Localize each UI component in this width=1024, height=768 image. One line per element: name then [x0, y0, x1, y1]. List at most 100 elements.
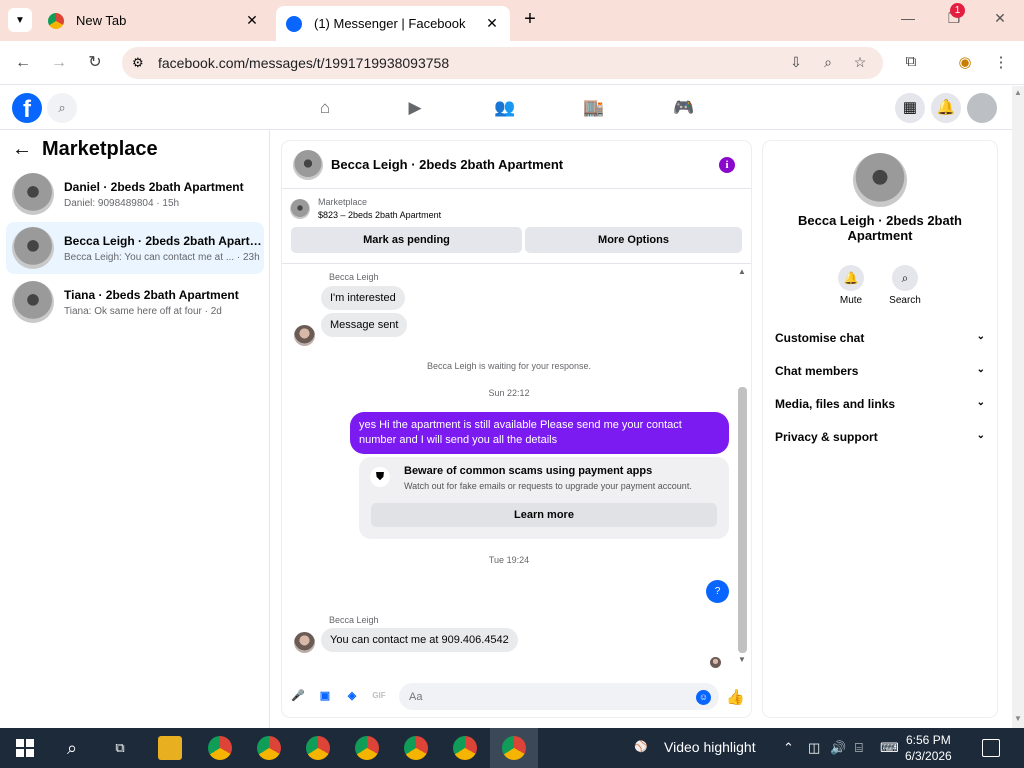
network-icon[interactable]: ⌸ — [855, 740, 863, 756]
media-files-links-row[interactable]: Media, files and links ⌄ — [775, 397, 985, 417]
search-icon[interactable]: ⌕ — [60, 736, 84, 760]
learn-more-button[interactable]: Learn more — [371, 503, 717, 527]
chat-info-panel: Becca Leigh · 2beds 2bath Apartment 🔔 Mu… — [763, 141, 997, 717]
listing-thumbnail — [12, 173, 54, 215]
row-label: Chat members — [775, 364, 859, 378]
search-button[interactable]: ⌕ Search — [885, 265, 925, 306]
site-info-icon[interactable]: ⚙ — [132, 55, 144, 71]
facebook-logo-icon[interactable]: f — [12, 93, 42, 123]
mute-button[interactable]: 🔔 Mute — [831, 265, 871, 306]
privacy-support-row[interactable]: Privacy & support ⌄ — [775, 430, 985, 450]
extensions-icon[interactable]: ⧉ — [901, 53, 921, 70]
message-bubble-outgoing[interactable]: ? — [706, 580, 729, 603]
back-button[interactable]: ← — [11, 51, 35, 75]
scroll-up-arrow-icon[interactable]: ▲ — [738, 267, 746, 276]
message-bubble-incoming[interactable]: I'm interested — [321, 286, 405, 310]
menu-kebab-icon[interactable]: ⋮ — [991, 53, 1011, 71]
chrome-icon[interactable] — [404, 736, 428, 760]
message-input[interactable] — [399, 683, 719, 710]
timestamp: Sun 22:12 — [488, 388, 530, 398]
home-icon[interactable]: ⌂ — [313, 96, 337, 120]
notifications-bell-icon[interactable]: 🔔 — [931, 93, 961, 123]
file-explorer-icon[interactable] — [158, 736, 182, 760]
tab-new-tab[interactable]: New Tab ✕ — [38, 6, 270, 35]
scroll-up-arrow-icon[interactable]: ▲ — [1014, 88, 1022, 97]
message-bubble-incoming[interactable]: Message sent — [321, 313, 408, 337]
search-icon[interactable]: ⌕ — [47, 93, 77, 123]
install-app-icon[interactable]: ⇩ — [787, 54, 805, 71]
chrome-icon[interactable] — [355, 736, 379, 760]
bookmark-star-icon[interactable]: ☆ — [851, 54, 869, 71]
chrome-icon[interactable] — [208, 736, 232, 760]
windows-start-icon[interactable] — [16, 739, 34, 757]
avatar[interactable] — [294, 632, 315, 653]
forward-button[interactable]: → — [47, 51, 71, 75]
avatar[interactable] — [294, 325, 315, 346]
windows-taskbar: ⌕ ⧉ ⚾ Video highlight ⌃ ◫ 🔊 ⌸ ⌨ 6:56 PM … — [0, 728, 1024, 768]
listing-thumbnail[interactable] — [293, 149, 323, 180]
sticker-icon[interactable]: ◈ — [344, 688, 360, 704]
chat-scrollbar[interactable]: ▲ ▼ — [737, 265, 749, 665]
scrollbar-thumb[interactable] — [738, 387, 747, 653]
sender-name: Becca Leigh — [329, 272, 379, 282]
chevron-up-icon[interactable]: ⌃ — [783, 740, 794, 756]
new-tab-button[interactable]: + — [518, 8, 542, 32]
message-composer: 🎤 ▣ ◈ GIF ☺ 👍 — [282, 677, 751, 717]
tab-search-button[interactable]: ▼ — [8, 8, 32, 32]
listing-thumbnail[interactable] — [853, 153, 907, 207]
conversation-item[interactable]: Tiana · 2beds 2bath Apartment Tiana: Ok … — [6, 276, 264, 328]
conversation-item[interactable]: Daniel · 2beds 2bath Apartment Daniel: 9… — [6, 168, 264, 220]
message-bubble-outgoing[interactable]: yes Hi the apartment is still available … — [350, 412, 729, 454]
marketplace-icon[interactable]: 🏬 — [582, 96, 606, 120]
account-avatar[interactable] — [967, 93, 997, 123]
minimize-button[interactable]: — — [898, 10, 918, 26]
page-scrollbar[interactable]: ▲ ▼ — [1012, 86, 1024, 728]
conversation-item-active[interactable]: Becca Leigh · 2beds 2bath Apartment Becc… — [6, 222, 264, 274]
back-arrow-icon[interactable]: ← — [12, 138, 32, 161]
more-options-button[interactable]: More Options — [525, 227, 742, 253]
chevron-down-icon: ⌄ — [976, 364, 985, 375]
chrome-icon[interactable] — [257, 736, 281, 760]
volume-icon[interactable]: 🔊 — [830, 740, 846, 756]
chat-title[interactable]: Becca Leigh · 2beds 2bath Apartment — [331, 157, 563, 172]
reload-button[interactable]: ↻ — [83, 51, 107, 75]
image-icon[interactable]: ▣ — [317, 688, 333, 704]
mlb-icon[interactable]: ⚾ — [634, 740, 648, 753]
message-bubble-incoming[interactable]: You can contact me at 909.406.4542 — [321, 628, 518, 652]
scroll-down-arrow-icon[interactable]: ▼ — [1014, 714, 1022, 723]
scroll-down-arrow-icon[interactable]: ▼ — [738, 655, 746, 664]
info-icon[interactable]: i — [719, 157, 735, 173]
task-view-icon[interactable]: ⧉ — [108, 736, 132, 760]
chrome-icon[interactable] — [502, 736, 526, 760]
notification-center-icon[interactable] — [982, 739, 1000, 757]
thumbs-up-icon[interactable]: 👍 — [726, 688, 745, 706]
listing-summary[interactable]: Marketplace $823 – 2beds 2bath Apartment — [290, 197, 441, 220]
microphone-icon[interactable]: 🎤 — [290, 688, 306, 704]
friends-icon[interactable]: 👥 — [493, 96, 517, 120]
news-widget[interactable]: Video highlight — [664, 739, 756, 755]
menu-grid-icon[interactable]: ▦ — [895, 93, 925, 123]
camera-icon[interactable]: ◫ — [808, 740, 820, 756]
video-icon[interactable]: ▶ — [403, 96, 427, 120]
close-icon[interactable]: ✕ — [244, 12, 260, 29]
search-label: Search — [889, 295, 921, 306]
keyboard-icon[interactable]: ⌨ — [880, 740, 899, 756]
customise-chat-row[interactable]: Customise chat ⌄ — [775, 331, 985, 351]
chrome-icon[interactable] — [306, 736, 330, 760]
zoom-icon[interactable]: ⌕ — [819, 54, 837, 71]
gif-icon[interactable]: GIF — [371, 688, 387, 704]
mark-as-pending-button[interactable]: Mark as pending — [291, 227, 522, 253]
profile-icon[interactable]: ◉ — [955, 53, 975, 71]
window-close-button[interactable]: ✕ — [990, 10, 1010, 27]
chat-members-row[interactable]: Chat members ⌄ — [775, 364, 985, 384]
emoji-icon[interactable]: ☺ — [696, 690, 711, 705]
clock[interactable]: 6:56 PM 6/3/2026 — [905, 732, 952, 764]
address-bar[interactable]: ⚙ facebook.com/messages/t/19917199380937… — [122, 47, 883, 79]
gaming-icon[interactable]: 🎮 — [672, 96, 696, 120]
chevron-down-icon: ⌄ — [976, 331, 985, 342]
chrome-icon[interactable] — [453, 736, 477, 760]
tab-messenger[interactable]: (1) Messenger | Facebook ✕ — [276, 6, 510, 41]
listing-thumbnail — [290, 198, 310, 219]
close-icon[interactable]: ✕ — [484, 15, 500, 32]
listing-price-title: $823 – 2beds 2bath Apartment — [318, 210, 442, 220]
